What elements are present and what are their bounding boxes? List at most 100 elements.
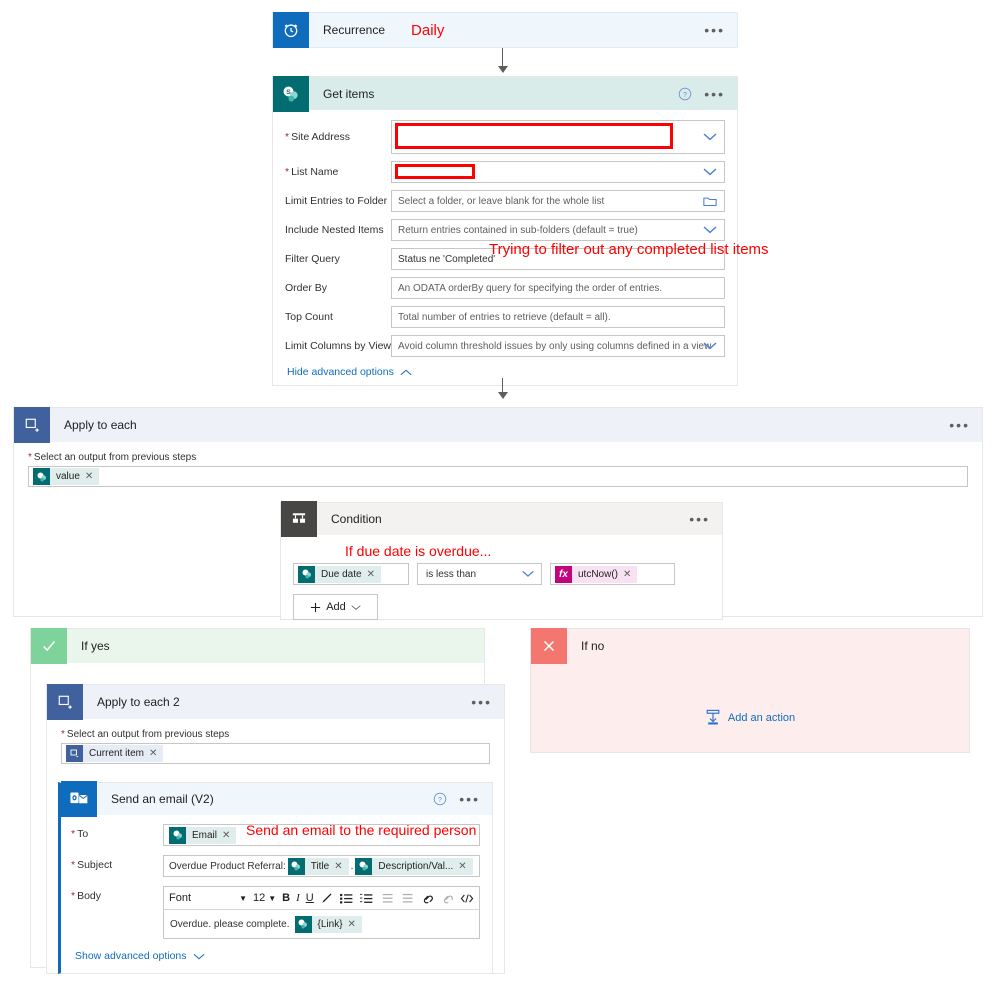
get-items-card[interactable]: S Get items ? ••• Site Address List Nam	[272, 75, 738, 386]
condition-body: If due date is overdue... Due date ✕ is …	[281, 535, 722, 620]
token-remove-icon[interactable]: ✕	[348, 919, 362, 930]
outdent-icon[interactable]	[380, 891, 394, 905]
apply-to-each-2-menu-button[interactable]: •••	[471, 695, 492, 709]
top-count-input[interactable]: Total number of entries to retrieve (def…	[391, 306, 725, 328]
send-email-title: Send an email (V2)	[111, 792, 214, 806]
condition-header[interactable]: Condition •••	[281, 501, 722, 537]
recurrence-header[interactable]: Recurrence Daily •••	[273, 12, 737, 48]
token-label: Description/Val...	[378, 860, 454, 872]
token-remove-icon[interactable]: ✕	[367, 569, 381, 580]
include-nested-input[interactable]: Return entries contained in sub-folders …	[391, 219, 725, 241]
hide-advanced-options-link[interactable]: Hide advanced options	[287, 366, 725, 378]
order-by-input[interactable]: An ODATA orderBy query for specifying th…	[391, 277, 725, 299]
recurrence-card[interactable]: Recurrence Daily •••	[272, 12, 738, 48]
plus-icon	[311, 602, 321, 612]
recurrence-menu-button[interactable]: •••	[704, 23, 725, 37]
bullet-list-icon[interactable]	[340, 891, 354, 905]
condition-left-operand[interactable]: Due date ✕	[293, 563, 409, 585]
numbered-list-icon[interactable]	[360, 891, 374, 905]
condition-card[interactable]: Condition ••• If due date is overdue... …	[280, 501, 723, 620]
site-address-input[interactable]	[391, 120, 725, 154]
chevron-down-icon[interactable]: ▼	[239, 894, 247, 903]
rich-text-toolbar[interactable]: Font ▼ 12 ▼ B I U	[164, 887, 479, 910]
help-icon[interactable]: ?	[433, 792, 447, 806]
send-email-card[interactable]: Send an email (V2) ? ••• To Email ✕ Subj…	[58, 781, 493, 974]
apply-to-each-2-output-input[interactable]: Current item ✕	[61, 743, 490, 764]
chevron-down-icon[interactable]	[702, 341, 718, 351]
connector-arrow-1	[498, 66, 508, 73]
if-no-header: If no	[531, 628, 969, 664]
underline-button[interactable]: U	[306, 892, 314, 904]
chevron-down-icon[interactable]	[521, 570, 535, 579]
limit-columns-input[interactable]: Avoid column threshold issues by only us…	[391, 335, 725, 357]
apply-to-each-header[interactable]: Apply to each •••	[14, 407, 982, 443]
italic-button[interactable]: I	[296, 892, 300, 904]
apply-to-each-menu-button[interactable]: •••	[949, 418, 970, 432]
field-row-list-name: List Name	[285, 161, 725, 183]
token-title[interactable]: Title ✕	[287, 857, 349, 875]
token-remove-icon[interactable]: ✕	[334, 861, 348, 872]
token-email[interactable]: Email ✕	[169, 826, 237, 844]
help-icon[interactable]: ?	[678, 87, 692, 101]
foreach-icon	[47, 684, 83, 720]
chevron-down-icon[interactable]	[702, 167, 718, 177]
link-icon[interactable]	[420, 891, 434, 905]
if-no-branch[interactable]: If no Add an action	[530, 628, 970, 753]
send-email-menu-button[interactable]: •••	[459, 792, 480, 806]
field-row-order-by: Order By An ODATA orderBy query for spec…	[285, 277, 725, 299]
pen-icon[interactable]	[320, 891, 334, 905]
token-remove-icon[interactable]: ✕	[149, 748, 163, 759]
field-row-limit-entries-to-folder: Limit Entries to Folder Select a folder,…	[285, 190, 725, 212]
apply-to-each-2-header[interactable]: Apply to each 2 •••	[47, 684, 504, 720]
token-description[interactable]: Description/Val... ✕	[355, 857, 473, 875]
add-condition-label: Add	[326, 601, 346, 613]
get-items-menu-button[interactable]: •••	[704, 87, 725, 101]
font-size-select[interactable]: 12 ▼	[253, 892, 276, 904]
condition-right-operand[interactable]: fx utcNow() ✕	[550, 563, 675, 585]
limit-entries-input[interactable]: Select a folder, or leave blank for the …	[391, 190, 725, 212]
bold-button[interactable]: B	[282, 892, 290, 904]
chevron-down-icon[interactable]	[702, 225, 718, 235]
condition-menu-button[interactable]: •••	[689, 512, 710, 526]
apply-to-each-output-label: Select an output from previous steps	[28, 452, 982, 463]
code-icon[interactable]	[460, 891, 474, 905]
condition-operator-select[interactable]: is less than	[417, 563, 542, 585]
chevron-down-icon[interactable]	[702, 132, 718, 142]
email-subject-row: Subject Overdue Product Referral: Title …	[61, 855, 492, 877]
folder-icon[interactable]	[703, 195, 717, 207]
token-label: Email	[192, 829, 218, 841]
filter-query-annotation: Trying to filter out any completed list …	[489, 241, 769, 258]
hide-advanced-options-label: Hide advanced options	[287, 366, 394, 378]
get-items-header[interactable]: S Get items ? •••	[273, 75, 737, 112]
font-family-select[interactable]: Font ▼	[169, 892, 247, 904]
token-remove-icon[interactable]: ✕	[222, 830, 236, 841]
token-due-date[interactable]: Due date ✕	[298, 565, 381, 583]
token-link[interactable]: {Link} ✕	[294, 915, 362, 933]
email-subject-input[interactable]: Overdue Product Referral: Title ✕ . Desc…	[163, 855, 480, 877]
foreach-icon	[66, 745, 83, 762]
token-label: utcNow()	[578, 568, 619, 580]
token-utcnow[interactable]: fx utcNow() ✕	[555, 565, 638, 583]
send-email-header[interactable]: Send an email (V2) ? •••	[61, 781, 492, 817]
email-body-content[interactable]: Overdue. please complete. {Link} ✕	[164, 910, 479, 938]
indent-icon[interactable]	[400, 891, 414, 905]
font-family-value: Font	[169, 892, 192, 904]
list-name-label: List Name	[285, 166, 391, 179]
unlink-icon[interactable]	[440, 891, 454, 905]
add-condition-button[interactable]: Add	[293, 594, 378, 620]
token-current-item[interactable]: Current item ✕	[66, 745, 164, 762]
top-count-label: Top Count	[285, 310, 333, 323]
token-value[interactable]: value ✕	[33, 468, 100, 485]
list-name-input[interactable]	[391, 161, 725, 183]
token-remove-icon[interactable]: ✕	[85, 471, 99, 482]
apply-to-each-output-input[interactable]: value ✕	[28, 466, 968, 487]
token-remove-icon[interactable]: ✕	[458, 861, 472, 872]
condition-operator-value: is less than	[426, 568, 477, 580]
add-an-action-button[interactable]: Add an action	[531, 709, 969, 726]
show-advanced-options-link[interactable]: Show advanced options	[75, 950, 492, 962]
if-yes-title: If yes	[81, 639, 110, 653]
chevron-down-icon[interactable]: ▼	[268, 894, 276, 903]
token-remove-icon[interactable]: ✕	[623, 569, 637, 580]
email-body-editor[interactable]: Font ▼ 12 ▼ B I U Overdue. please comple…	[163, 886, 480, 939]
order-by-label: Order By	[285, 281, 328, 294]
